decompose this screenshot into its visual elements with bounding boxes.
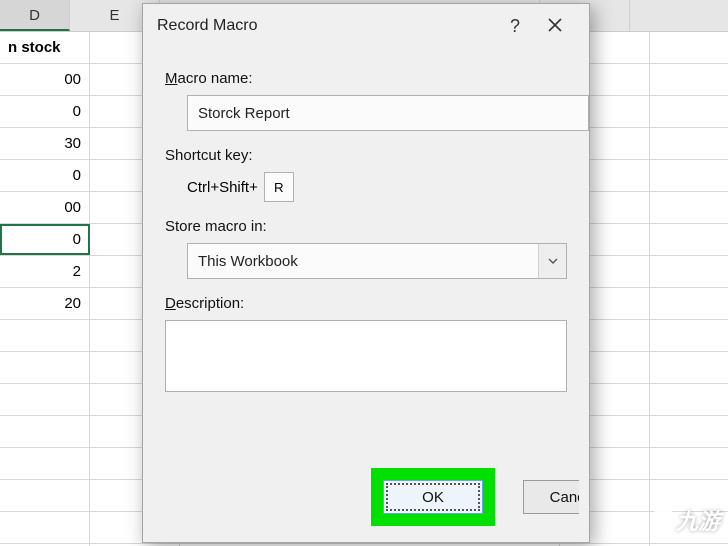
watermark-logo: 九游 bbox=[652, 504, 720, 536]
cell[interactable]: 00 bbox=[0, 192, 90, 223]
cell[interactable] bbox=[0, 512, 90, 543]
dialog-button-row: OK Cancel bbox=[143, 458, 589, 542]
shortcut-key-input[interactable] bbox=[264, 172, 294, 202]
store-macro-in-label: Store macro in: bbox=[165, 218, 567, 235]
macro-name-label: Macro name: bbox=[165, 70, 567, 87]
ok-highlight: OK bbox=[371, 468, 495, 526]
cell[interactable] bbox=[650, 224, 728, 255]
cell[interactable] bbox=[0, 320, 90, 351]
col-header-tail bbox=[630, 0, 728, 31]
chevron-down-icon[interactable] bbox=[538, 244, 566, 278]
cell[interactable] bbox=[650, 192, 728, 223]
cell[interactable] bbox=[650, 288, 728, 319]
cell[interactable]: 2 bbox=[0, 256, 90, 287]
close-button[interactable] bbox=[535, 16, 575, 37]
watermark-icon bbox=[651, 510, 674, 530]
cell[interactable] bbox=[650, 160, 728, 191]
cell[interactable] bbox=[0, 448, 90, 479]
cell[interactable] bbox=[650, 352, 728, 383]
cancel-button[interactable]: Cancel bbox=[523, 480, 579, 514]
cell[interactable] bbox=[650, 384, 728, 415]
cell[interactable] bbox=[650, 448, 728, 479]
shortcut-key-label: Shortcut key: bbox=[165, 147, 567, 164]
cell[interactable] bbox=[0, 384, 90, 415]
ok-button[interactable]: OK bbox=[383, 480, 483, 514]
cell[interactable] bbox=[650, 256, 728, 287]
cell[interactable] bbox=[650, 128, 728, 159]
cell[interactable] bbox=[0, 480, 90, 511]
cell[interactable]: 30 bbox=[0, 128, 90, 159]
description-label: Description: bbox=[165, 295, 567, 312]
cell[interactable]: 0 bbox=[0, 160, 90, 191]
cell[interactable] bbox=[650, 64, 728, 95]
cell[interactable]: 20 bbox=[0, 288, 90, 319]
cell[interactable] bbox=[0, 416, 90, 447]
watermark-text: 九游 bbox=[676, 504, 720, 536]
record-macro-dialog: Record Macro ? Macro name: Shortcut key:… bbox=[142, 3, 590, 543]
macro-name-input[interactable] bbox=[187, 95, 589, 131]
cell[interactable]: n stock bbox=[0, 32, 90, 63]
shortcut-prefix-text: Ctrl+Shift+ bbox=[187, 179, 258, 196]
cell[interactable] bbox=[650, 320, 728, 351]
cell[interactable]: 00 bbox=[0, 64, 90, 95]
cell[interactable]: 0 bbox=[0, 224, 90, 255]
close-icon bbox=[548, 16, 562, 36]
help-button[interactable]: ? bbox=[495, 16, 535, 37]
dialog-titlebar: Record Macro ? bbox=[143, 4, 589, 48]
dialog-title: Record Macro bbox=[157, 17, 495, 35]
col-header-d[interactable]: D bbox=[0, 0, 70, 31]
cell[interactable] bbox=[650, 32, 728, 63]
store-macro-in-select[interactable] bbox=[187, 243, 567, 279]
cell[interactable] bbox=[650, 96, 728, 127]
cell[interactable]: 0 bbox=[0, 96, 90, 127]
description-textarea[interactable] bbox=[165, 320, 567, 392]
cell[interactable] bbox=[0, 352, 90, 383]
cell[interactable] bbox=[650, 416, 728, 447]
